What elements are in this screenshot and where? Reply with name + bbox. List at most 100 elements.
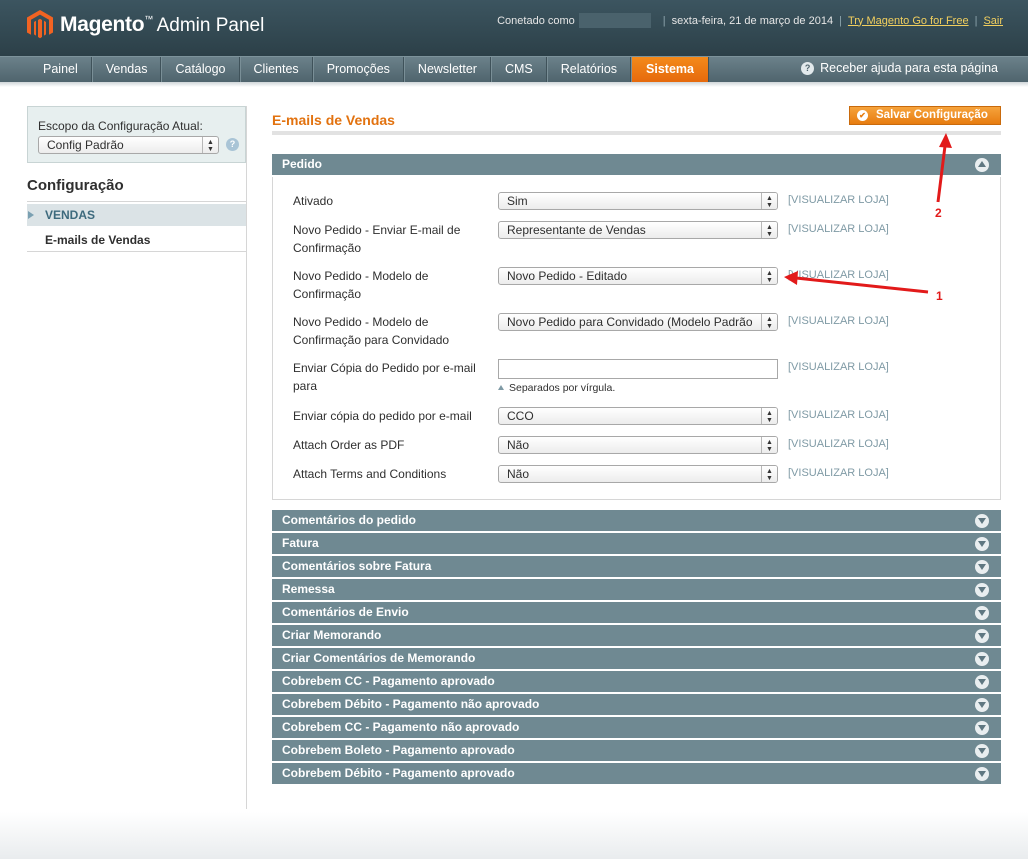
collapse-icon[interactable]	[975, 158, 989, 172]
fieldset-header[interactable]: Criar Comentários de Memorando	[272, 648, 1001, 669]
field-select[interactable]: Não ▲ ▼	[498, 465, 778, 483]
fieldset-header[interactable]: Comentários sobre Fatura	[272, 556, 1001, 577]
help-link[interactable]: ? Receber ajuda para esta página	[801, 61, 998, 75]
field-label: Enviar cópia do pedido por e-mail	[293, 409, 472, 423]
expand-icon[interactable]	[975, 698, 989, 712]
expand-icon[interactable]	[975, 514, 989, 528]
field-select-value: CCO	[507, 409, 534, 423]
annotation-label-2: 2	[935, 206, 942, 220]
fieldset-title: Criar Memorando	[282, 628, 382, 642]
scope-tag: [VISUALIZAR LOJA]	[788, 269, 889, 281]
header-user-info: Conetado como | sexta-feira, 21 de março…	[497, 13, 1003, 28]
fieldset-header[interactable]: Comentários de Envio	[272, 602, 1001, 623]
field-select-value: Novo Pedido para Convidado (Modelo Padrã…	[507, 315, 753, 329]
expand-icon[interactable]	[975, 560, 989, 574]
select-arrows-icon: ▲ ▼	[761, 222, 777, 238]
expand-icon[interactable]	[975, 675, 989, 689]
fieldset-title: Cobrebem CC - Pagamento aprovado	[282, 674, 495, 688]
expand-icon[interactable]	[975, 721, 989, 735]
field-label: Novo Pedido - Enviar E-mail de Confirmaç…	[293, 223, 461, 255]
scope-select[interactable]: Config Padrão ▲ ▼	[38, 136, 219, 154]
magento-logo-icon	[27, 10, 53, 39]
nav-item-7[interactable]: Relatórios	[546, 57, 632, 83]
logo-sub: Admin Panel	[156, 15, 265, 36]
field-note: Separados por vírgula.	[498, 382, 615, 394]
nav-item-4[interactable]: Promoções	[312, 57, 404, 83]
sidebar-item-emails-vendas[interactable]: E-mails de Vendas	[45, 233, 150, 247]
check-icon: ✔	[857, 110, 868, 121]
expand-icon[interactable]	[975, 652, 989, 666]
scope-switcher: Escopo da Configuração Atual: Config Pad…	[27, 106, 246, 163]
fieldset-header[interactable]: Criar Memorando	[272, 625, 1001, 646]
nav-item-3[interactable]: Clientes	[239, 57, 313, 83]
save-config-button[interactable]: ✔ Salvar Configuração	[849, 106, 1001, 125]
fieldset-header-pedido[interactable]: Pedido	[272, 154, 1001, 175]
fieldset-title: Comentários sobre Fatura	[282, 559, 432, 573]
select-arrows-icon: ▲ ▼	[761, 437, 777, 453]
expand-icon[interactable]	[975, 606, 989, 620]
expand-icon[interactable]	[975, 537, 989, 551]
logo-brand: Magento	[60, 13, 145, 36]
logout-link[interactable]: Sair	[983, 15, 1003, 27]
scope-help-icon[interactable]: ?	[226, 138, 239, 151]
connected-label: Conetado como	[497, 14, 575, 27]
expand-icon[interactable]	[975, 767, 989, 781]
nav-item-0[interactable]: Painel	[30, 57, 92, 83]
field-select[interactable]: Não ▲ ▼	[498, 436, 778, 454]
expand-icon[interactable]	[975, 583, 989, 597]
fieldset-title: Cobrebem Boleto - Pagamento aprovado	[282, 743, 515, 757]
nav-item-2[interactable]: Catálogo	[161, 57, 240, 83]
fieldset-title: Comentários de Envio	[282, 605, 409, 619]
page-title: E-mails de Vendas	[272, 112, 395, 128]
sidebar-section-vendas[interactable]: VENDAS	[27, 204, 246, 226]
field-select[interactable]: Novo Pedido para Convidado (Modelo Padrã…	[498, 313, 778, 331]
logo-tm: ™	[144, 14, 154, 24]
magento-logo[interactable]: Magento™ Admin Panel	[27, 10, 264, 40]
fieldset-header[interactable]: Cobrebem CC - Pagamento aprovado	[272, 671, 1001, 692]
select-arrows-icon: ▲ ▼	[761, 314, 777, 330]
note-text: Separados por vírgula.	[509, 382, 616, 394]
field-select-value: Novo Pedido - Editado	[507, 269, 628, 283]
nav-item-8[interactable]: Sistema	[631, 57, 709, 83]
field-select[interactable]: Novo Pedido - Editado ▲ ▼	[498, 267, 778, 285]
field-label: Attach Terms and Conditions	[293, 467, 447, 481]
fieldset-header[interactable]: Cobrebem Boleto - Pagamento aprovado	[272, 740, 1001, 761]
field-select[interactable]: Representante de Vendas ▲ ▼	[498, 221, 778, 239]
nav-shadow	[0, 82, 1028, 87]
field-select[interactable]: CCO ▲ ▼	[498, 407, 778, 425]
separator: |	[839, 14, 842, 27]
save-config-label: Salvar Configuração	[876, 109, 988, 121]
nav-item-6[interactable]: CMS	[490, 57, 547, 83]
select-arrows-icon: ▲ ▼	[202, 137, 218, 153]
select-arrows-icon: ▲ ▼	[761, 408, 777, 424]
nav-menu: Painel Vendas Catálogo Clientes Promoções New…	[30, 57, 709, 83]
fieldset-header[interactable]: Cobrebem Débito - Pagamento aprovado	[272, 763, 1001, 784]
try-magento-go-link[interactable]: Try Magento Go for Free	[848, 15, 969, 27]
nav-item-5[interactable]: Newsletter	[403, 57, 491, 83]
expand-icon[interactable]	[975, 744, 989, 758]
fieldset-header[interactable]: Cobrebem CC - Pagamento não aprovado	[272, 717, 1001, 738]
fieldset-header[interactable]: Cobrebem Débito - Pagamento não aprovado	[272, 694, 1001, 715]
scope-value: Config Padrão	[47, 138, 124, 152]
footer-band	[0, 812, 1028, 859]
expand-arrow-icon	[28, 211, 34, 219]
fieldset-header[interactable]: Comentários do pedido	[272, 510, 1001, 531]
fieldset-title: Criar Comentários de Memorando	[282, 651, 476, 665]
divider	[27, 201, 246, 202]
field-select-value: Sim	[507, 194, 528, 208]
scope-tag: [VISUALIZAR LOJA]	[788, 194, 889, 206]
fieldset-title: Cobrebem Débito - Pagamento não aprovado	[282, 697, 540, 711]
field-select[interactable]: Sim ▲ ▼	[498, 192, 778, 210]
nav-item-1[interactable]: Vendas	[91, 57, 162, 83]
select-arrows-icon: ▲ ▼	[761, 193, 777, 209]
email-copy-input[interactable]	[498, 359, 778, 379]
field-label: Enviar Cópia do Pedido por e-mail para	[293, 361, 476, 393]
fieldset-title: Cobrebem CC - Pagamento não aprovado	[282, 720, 520, 734]
fieldset-title: Comentários do pedido	[282, 513, 417, 527]
title-divider	[272, 131, 1001, 135]
expand-icon[interactable]	[975, 629, 989, 643]
fieldset-header[interactable]: Fatura	[272, 533, 1001, 554]
fieldset-header[interactable]: Remessa	[272, 579, 1001, 600]
scope-tag: [VISUALIZAR LOJA]	[788, 315, 889, 327]
sidebar: Escopo da Configuração Atual: Config Pad…	[27, 106, 247, 809]
